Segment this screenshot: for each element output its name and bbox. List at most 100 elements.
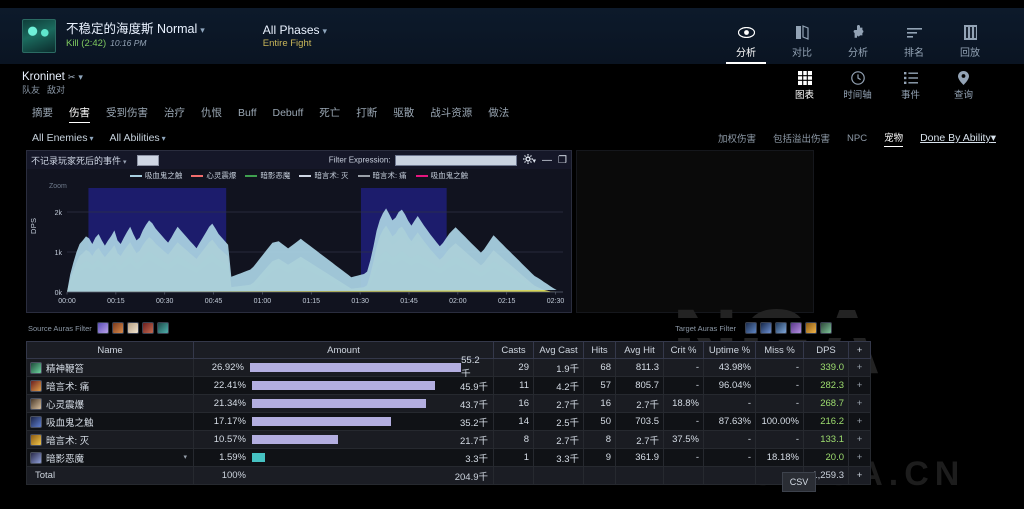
player-name-dropdown[interactable]: Kroninet ✂ ▾ bbox=[22, 70, 83, 85]
enemy-toggle[interactable]: 敌对 bbox=[47, 85, 65, 95]
col-avg-hit[interactable]: Avg Hit bbox=[615, 341, 664, 359]
filter-expression-group: Filter Expression: bbox=[329, 154, 517, 166]
cell-expand[interactable]: + bbox=[848, 412, 871, 431]
aura-icon-4[interactable] bbox=[790, 322, 802, 334]
aura-icon-3[interactable] bbox=[775, 322, 787, 334]
color-swatch-button[interactable] bbox=[136, 154, 159, 166]
col-miss-pct[interactable]: Miss % bbox=[755, 341, 804, 359]
aura-icon-2[interactable] bbox=[111, 322, 124, 334]
cell-ability-name[interactable]: 暗影恶魔 ▾ bbox=[26, 448, 194, 467]
friendly-toggle[interactable]: 队友 bbox=[22, 85, 40, 95]
table-row[interactable]: 精神鞭笞 26.92% 55.2千 29 1.9千 68 811.3-43.98% -339.… bbox=[26, 355, 871, 380]
tab-interrupts[interactable]: 打断 bbox=[356, 105, 377, 123]
table-row[interactable]: 暗影恶魔 ▾ 1.59% 3.3千 1 3.3千 9 361.9- -18.18% 20.0 + bbox=[26, 448, 871, 467]
cell-expand[interactable]: + bbox=[848, 358, 871, 377]
cell-ability-name[interactable]: 暗言术: 痛 bbox=[26, 376, 194, 395]
dps-area-chart[interactable]: Zoom DPS 0k 1k 2k 00:00 00:15 00:30 00:45 01:00… bbox=[27, 182, 571, 312]
col-name[interactable]: Name bbox=[26, 341, 194, 359]
svg-text:02:30: 02:30 bbox=[547, 298, 565, 305]
maximize-icon[interactable]: ❐ bbox=[558, 155, 567, 166]
view-item-timeline[interactable]: 时间轴 bbox=[831, 70, 884, 106]
table-row[interactable]: 暗言术: 痛 22.41% 45.9千 11 4.2千 57 805.7-96.04% -28… bbox=[26, 376, 871, 395]
view-item-query[interactable]: 查询 bbox=[937, 70, 990, 106]
row-expand-caret-icon[interactable]: ▾ bbox=[183, 453, 187, 461]
col-uptime-pct[interactable]: Uptime % bbox=[703, 341, 756, 359]
chevron-down-icon: ▾ bbox=[89, 134, 94, 143]
minimize-icon[interactable]: — bbox=[542, 155, 552, 166]
col-crit-pct[interactable]: Crit % bbox=[663, 341, 704, 359]
cell-ability-name[interactable]: 吸血鬼之触 bbox=[26, 412, 194, 431]
toggle-npc[interactable]: NPC bbox=[847, 133, 867, 144]
col-avg-cast[interactable]: Avg Cast bbox=[533, 341, 584, 359]
csv-export-button[interactable]: CSV bbox=[782, 472, 816, 492]
aura-icon-6[interactable] bbox=[820, 322, 832, 334]
ability-filter-dropdown[interactable]: All Abilities ▾ bbox=[109, 132, 165, 144]
cell-expand[interactable]: + bbox=[848, 430, 871, 449]
col-casts[interactable]: Casts bbox=[493, 341, 534, 359]
legend-item[interactable]: 暗言术: 痛 bbox=[357, 170, 407, 181]
aura-icon-5[interactable] bbox=[156, 322, 169, 334]
legend-label: 暗影恶魔 bbox=[260, 171, 291, 180]
aura-icon-1[interactable] bbox=[745, 322, 757, 334]
table-row[interactable]: 吸血鬼之触 17.17% 35.2千 14 2.5千 50 703.5-87.63% 100.… bbox=[26, 412, 871, 431]
legend-item[interactable]: 吸血鬼之触 bbox=[415, 170, 468, 181]
tab-damage-taken[interactable]: 受到伤害 bbox=[106, 105, 148, 123]
table-row[interactable]: 暗言术: 灭 10.57% 21.7千 8 2.7千 8 2.7千 37.5% - -133.1 + bbox=[26, 430, 871, 449]
filter-expression-input[interactable] bbox=[394, 154, 517, 166]
col-amount[interactable]: Amount bbox=[193, 341, 494, 359]
tab-threat[interactable]: 仇恨 bbox=[201, 105, 222, 123]
view-item-events[interactable]: 事件 bbox=[884, 70, 937, 106]
event-filter-label: 不记录玩家死后的事件 bbox=[31, 155, 122, 166]
done-by-dropdown[interactable]: Done By Ability▾ bbox=[920, 132, 996, 144]
view-item-chart[interactable]: 图表 bbox=[778, 70, 831, 106]
nav-item-ranking[interactable]: 排名 bbox=[886, 24, 942, 64]
toggle-weighted-damage[interactable]: 加权伤害 bbox=[718, 131, 756, 145]
event-filter-dropdown[interactable]: 不记录玩家死后的事件 ▾ bbox=[31, 154, 127, 167]
nav-item-statistics[interactable]: 分析 bbox=[830, 24, 886, 64]
svg-text:00:00: 00:00 bbox=[58, 298, 76, 305]
table-row[interactable]: 心灵震爆 21.34% 43.7千 16 2.7千 16 2.7千 18.8% - -268.7 + bbox=[26, 394, 871, 413]
tab-dispels[interactable]: 驱散 bbox=[393, 105, 414, 123]
tab-buffs[interactable]: Buff bbox=[238, 107, 257, 122]
ability-damage-table: Name Amount Casts Avg Cast Hits Avg Hit … bbox=[26, 341, 871, 485]
nav-item-analysis[interactable]: 分析 bbox=[718, 24, 774, 64]
tab-summary[interactable]: 摘要 bbox=[32, 105, 53, 123]
boss-name-dropdown[interactable]: 不稳定的海度斯 Normal ▾ bbox=[66, 22, 205, 38]
col-hits[interactable]: Hits bbox=[583, 341, 616, 359]
tab-debuffs[interactable]: Debuff bbox=[273, 107, 304, 122]
aura-icon-5[interactable] bbox=[805, 322, 817, 334]
total-expand[interactable]: + bbox=[848, 466, 871, 485]
tab-damage-done[interactable]: 伤害 bbox=[69, 105, 90, 123]
cell-ability-name[interactable]: 心灵震爆 bbox=[26, 394, 194, 413]
aura-icon-1[interactable] bbox=[96, 322, 109, 334]
toggle-pets[interactable]: 宠物 bbox=[884, 130, 904, 147]
aura-icon-2[interactable] bbox=[760, 322, 772, 334]
top-navigation: 分析 对比 分析 排名 回放 bbox=[718, 8, 1024, 64]
tab-deaths[interactable]: 死亡 bbox=[319, 105, 340, 123]
enemy-filter-dropdown[interactable]: All Enemies ▾ bbox=[32, 132, 93, 144]
gear-icon[interactable]: ▾ bbox=[522, 154, 536, 166]
cell-ability-name[interactable]: 暗言术: 灭 bbox=[26, 430, 194, 449]
aura-icon-3[interactable] bbox=[126, 322, 139, 334]
cell-expand[interactable]: + bbox=[848, 394, 871, 413]
aura-icon-4[interactable] bbox=[141, 322, 154, 334]
tab-healing[interactable]: 治疗 bbox=[164, 105, 185, 123]
view-label: 事件 bbox=[900, 90, 920, 101]
nav-item-compare[interactable]: 对比 bbox=[774, 24, 830, 64]
cell-expand[interactable]: + bbox=[848, 376, 871, 395]
app-root: 不稳定的海度斯 Normal ▾ Kill (2:42) 10:16 PM All … bbox=[0, 0, 1024, 509]
legend-item[interactable]: 吸血鬼之触 bbox=[129, 170, 182, 181]
nav-item-replay[interactable]: 回放 bbox=[942, 24, 998, 64]
legend-item[interactable]: 暗言术: 灭 bbox=[299, 170, 349, 181]
tab-resources[interactable]: 战斗资源 bbox=[430, 105, 472, 123]
legend-item[interactable]: 暗影恶魔 bbox=[245, 170, 290, 181]
cell-expand[interactable]: + bbox=[848, 448, 871, 467]
legend-item[interactable]: 心灵震爆 bbox=[191, 170, 236, 181]
tab-casts[interactable]: 做法 bbox=[488, 105, 509, 123]
col-expand[interactable]: + bbox=[848, 341, 871, 359]
toggle-include-overkill[interactable]: 包括溢出伤害 bbox=[773, 131, 830, 145]
phase-selector[interactable]: All Phases ▾ Entire Fight bbox=[263, 23, 327, 50]
nav-label: 排名 bbox=[904, 48, 924, 59]
col-dps[interactable]: DPS bbox=[803, 341, 849, 359]
cell-ability-name[interactable]: 精神鞭笞 bbox=[26, 358, 194, 377]
